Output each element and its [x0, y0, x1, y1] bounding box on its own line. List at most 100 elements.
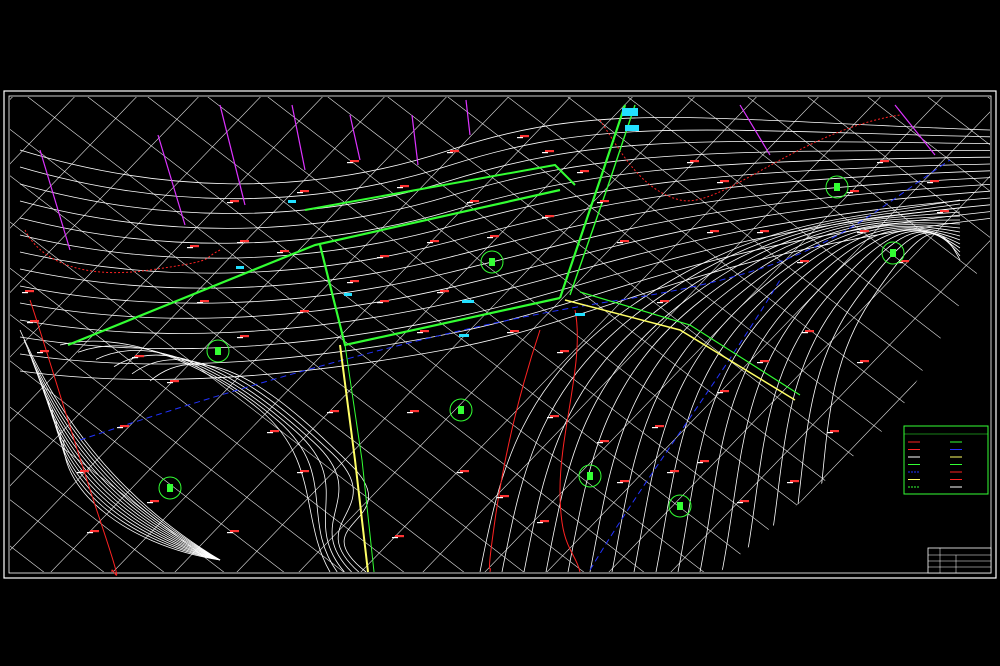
- red-dotted-north: [24, 229, 221, 274]
- grid-line: [10, 97, 49, 572]
- magenta-section-line: [349, 114, 361, 161]
- grid-line: [279, 97, 981, 572]
- elevation-marker-tick: [547, 417, 553, 419]
- contour-line: [633, 224, 961, 572]
- elevation-marker: [440, 290, 449, 293]
- road-northeast-segment: [558, 104, 627, 299]
- elevation-marker: [690, 160, 699, 163]
- green-circle-symbol: [587, 472, 593, 480]
- elevation-marker: [600, 440, 609, 443]
- elevation-marker-tick: [197, 302, 203, 304]
- green-circle-symbol: [215, 347, 221, 355]
- elevation-marker-tick: [802, 332, 808, 334]
- elevation-marker-tick: [757, 232, 763, 234]
- contour-line: [19, 150, 990, 229]
- contour-line: [589, 219, 961, 572]
- elevation-marker: [400, 185, 409, 188]
- elevation-marker: [200, 300, 209, 303]
- elevation-marker: [940, 210, 949, 213]
- grid-line: [339, 97, 990, 572]
- elevation-marker-tick: [617, 482, 623, 484]
- elevation-marker: [760, 360, 769, 363]
- cyan-annotation: [288, 200, 296, 203]
- contour-line: [655, 225, 961, 572]
- legend-frame: [903, 425, 989, 495]
- magenta-section-line: [465, 99, 471, 136]
- elevation-marker: [350, 280, 359, 283]
- elevation-marker-tick: [167, 382, 173, 384]
- elevation-marker-tick: [467, 202, 473, 204]
- contour-line: [59, 429, 221, 561]
- elevation-marker: [450, 150, 459, 153]
- cyan-annotation: [236, 266, 244, 269]
- elevation-marker-tick: [397, 187, 403, 189]
- elevation-marker: [490, 235, 499, 238]
- grid-line: [819, 97, 990, 572]
- red-boundary-central-2: [559, 309, 581, 573]
- elevation-marker: [40, 350, 49, 353]
- grid-line: [891, 97, 990, 572]
- elevation-marker-tick: [847, 192, 853, 194]
- elevation-marker: [395, 535, 404, 538]
- elevation-marker: [120, 425, 129, 428]
- grid-line: [271, 97, 793, 572]
- green-circle-marker: [206, 339, 230, 363]
- grid-line: [10, 97, 359, 572]
- contour-line: [35, 369, 221, 561]
- elevation-marker: [280, 250, 289, 253]
- grid-line: [457, 97, 979, 572]
- elevation-marker-tick: [297, 472, 303, 474]
- elevation-marker-tick: [237, 337, 243, 339]
- contour-line: [699, 228, 961, 572]
- elevation-marker-tick: [227, 532, 233, 534]
- elevation-marker: [470, 200, 479, 203]
- elevation-marker-tick: [652, 427, 658, 429]
- elevation-marker: [860, 230, 869, 233]
- elevation-marker-tick: [277, 252, 283, 254]
- road-middle-segment: [318, 244, 561, 347]
- magenta-section-line: [411, 114, 419, 166]
- elevation-marker-tick: [187, 247, 193, 249]
- coordinate-grid: [10, 97, 990, 572]
- elevation-marker: [600, 200, 609, 203]
- contour-line: [611, 222, 961, 572]
- elevation-marker-tick: [347, 282, 353, 284]
- elevation-marker: [300, 310, 309, 313]
- grid-line: [219, 97, 921, 572]
- outer-frame: [3, 90, 997, 579]
- contour-line: [19, 156, 990, 244]
- elevation-marker: [620, 480, 629, 483]
- elevation-marker: [660, 300, 669, 303]
- elevation-marker: [80, 470, 89, 473]
- elevation-marker: [655, 425, 664, 428]
- elevation-marker-tick: [377, 302, 383, 304]
- elevation-marker: [170, 380, 179, 383]
- elevation-marker: [380, 300, 389, 303]
- elevation-marker: [300, 190, 309, 193]
- elevation-marker-tick: [487, 237, 493, 239]
- grid-line: [759, 97, 990, 572]
- elevation-marker-tick: [227, 202, 233, 204]
- elevation-marker: [520, 135, 529, 138]
- contour-line: [809, 233, 961, 572]
- elevation-marker: [790, 480, 799, 483]
- elevation-marker-tick: [507, 332, 513, 334]
- grid-line: [879, 97, 990, 572]
- elevation-marker-tick: [537, 522, 543, 524]
- elevation-marker-tick: [457, 472, 463, 474]
- elevation-marker-tick: [557, 352, 563, 354]
- elevation-marker: [500, 495, 509, 498]
- contour-line: [19, 177, 990, 289]
- grid-line: [209, 97, 731, 572]
- contour-line: [765, 231, 961, 572]
- cad-viewport[interactable]: [0, 0, 1000, 666]
- elevation-marker-tick: [927, 182, 933, 184]
- elevation-marker-tick: [87, 532, 93, 534]
- elevation-marker-tick: [497, 497, 503, 499]
- elevation-marker-tick: [392, 537, 398, 539]
- cyan-annotation: [622, 108, 638, 116]
- contour-line: [787, 232, 961, 572]
- grid-line: [459, 97, 990, 572]
- grid-line: [399, 97, 990, 572]
- contour-line: [31, 359, 221, 561]
